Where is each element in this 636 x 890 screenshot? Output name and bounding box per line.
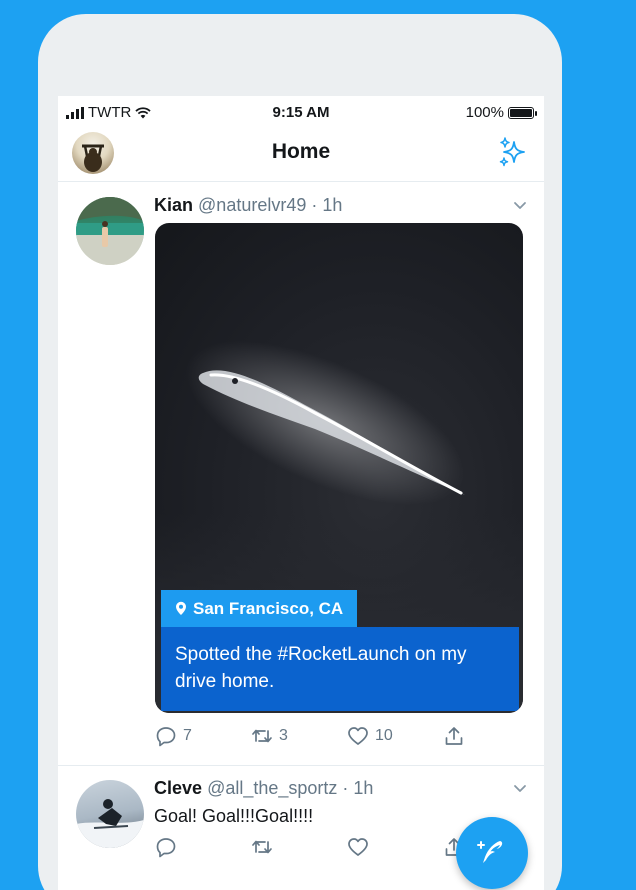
avatar-photo (76, 799, 144, 848)
author-name[interactable]: Kian (154, 195, 193, 215)
status-right: 100% (465, 104, 537, 121)
tweet-media[interactable]: San Francisco, CA Spotted the #RocketLau… (155, 223, 523, 713)
battery-fill (510, 108, 532, 117)
reply-icon (156, 727, 176, 747)
author-avatar[interactable] (76, 197, 144, 265)
media-caption: Spotted the #RocketLaunch on my drive ho… (161, 627, 519, 711)
retweet-count: 3 (279, 727, 288, 744)
tweet-time: · 1h (311, 195, 343, 215)
status-bar: TWTR 9:15 AM 100% (58, 96, 544, 130)
author-avatar[interactable] (76, 780, 144, 848)
author-handle[interactable]: @all_the_sportz (207, 778, 337, 798)
tweet-actions: 7 3 10 (155, 725, 539, 747)
tweet-text: Goal! Goal!!!Goal!!!! (154, 806, 314, 826)
tweet-header: Kian @naturelvr49 · 1h (154, 195, 342, 216)
tweet-card[interactable]: Kian @naturelvr49 · 1h San Francisco, CA… (58, 183, 544, 766)
app-screen: TWTR 9:15 AM 100% Home Kian @naturelvr49… (58, 96, 544, 890)
author-name[interactable]: Cleve (154, 778, 202, 798)
compose-tweet-icon (477, 841, 503, 863)
top-nav: Home (58, 130, 544, 182)
reply-button[interactable] (155, 836, 251, 858)
chevron-down-icon[interactable] (512, 780, 528, 796)
heart-icon (348, 838, 368, 856)
retweet-icon (252, 729, 272, 743)
retweet-button[interactable]: 3 (251, 725, 347, 747)
tweet-header: Cleve @all_the_sportz · 1h (154, 778, 373, 799)
share-icon (445, 727, 463, 745)
tweet-time: · 1h (342, 778, 374, 798)
heart-icon (348, 727, 368, 745)
like-count: 10 (375, 727, 393, 744)
retweet-button[interactable] (251, 836, 347, 858)
page-title: Home (271, 140, 331, 163)
retweet-icon (252, 840, 272, 854)
reply-count: 7 (183, 727, 192, 744)
battery-icon (508, 106, 537, 119)
share-button[interactable] (443, 725, 539, 747)
location-label: San Francisco, CA (193, 598, 344, 618)
location-badge[interactable]: San Francisco, CA (161, 590, 358, 627)
author-handle[interactable]: @naturelvr49 (198, 195, 306, 215)
compose-tweet-button[interactable] (456, 817, 528, 889)
like-button[interactable]: 10 (347, 725, 443, 747)
chevron-down-icon[interactable] (512, 197, 528, 213)
battery-percent: 100% (465, 104, 504, 121)
avatar-photo (76, 197, 144, 265)
like-button[interactable] (347, 836, 443, 858)
reply-button[interactable]: 7 (155, 725, 251, 747)
location-pin-icon (176, 601, 186, 615)
sparkle-icon[interactable] (496, 136, 530, 170)
reply-icon (156, 838, 176, 858)
